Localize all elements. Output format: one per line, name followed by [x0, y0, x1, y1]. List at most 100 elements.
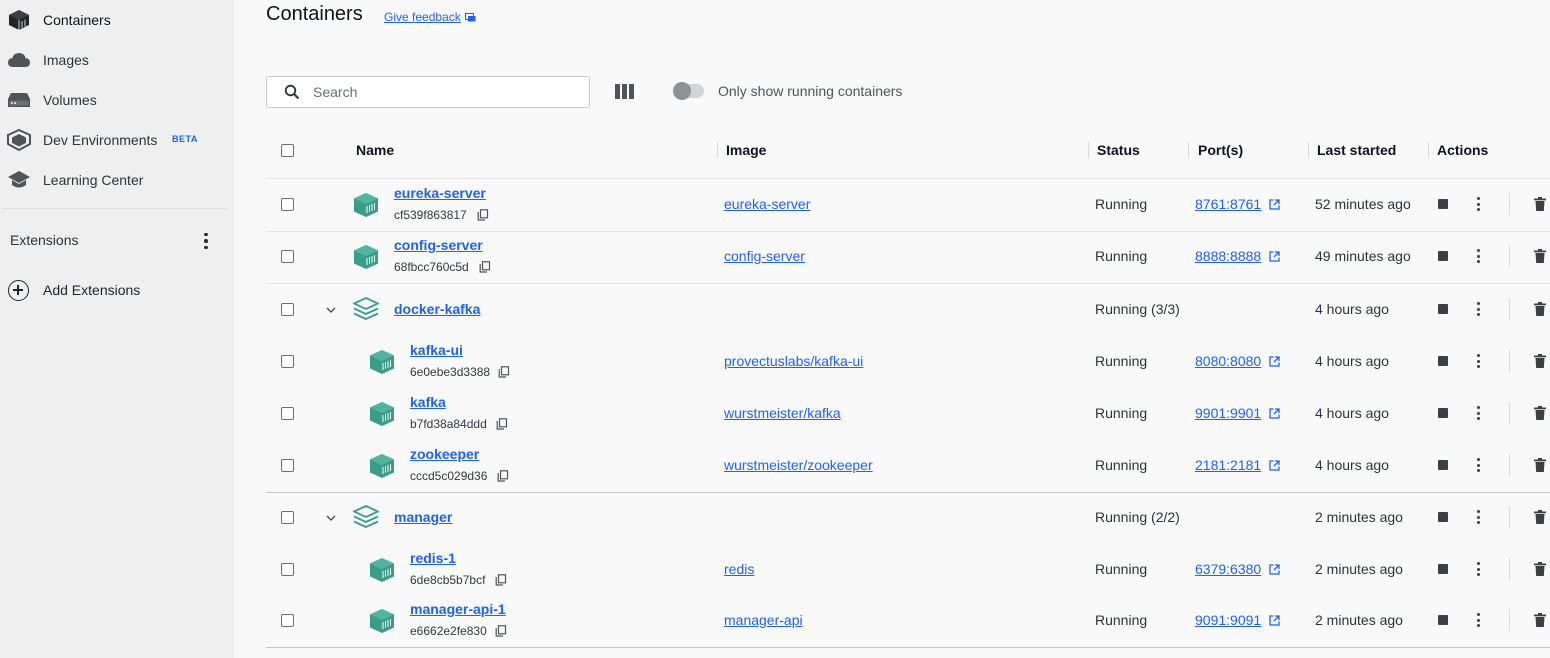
column-header-last-started[interactable]: Last started [1317, 142, 1396, 158]
sidebar-item-label: Learning Center [43, 172, 144, 188]
container-name-link[interactable]: kafka-ui [410, 342, 463, 358]
image-link[interactable]: redis [724, 561, 754, 577]
actions-divider [1509, 506, 1510, 528]
container-name-link[interactable]: kafka [410, 394, 446, 410]
copy-icon[interactable] [498, 366, 510, 378]
more-options-button[interactable] [1475, 613, 1481, 627]
delete-icon[interactable] [1534, 406, 1546, 420]
image-link[interactable]: manager-api [724, 612, 803, 628]
stop-button[interactable] [1438, 199, 1448, 209]
delete-icon[interactable] [1534, 354, 1546, 368]
sidebar-item-dev-environments[interactable]: Dev Environments BETA [0, 120, 234, 160]
more-options-button[interactable] [1475, 510, 1481, 524]
external-link-icon[interactable] [1269, 460, 1280, 471]
stop-button[interactable] [1438, 356, 1448, 366]
container-name-link[interactable]: config-server [394, 237, 483, 253]
table-header: Name Image Status Port(s) Last started A… [266, 130, 1550, 179]
row-checkbox[interactable] [281, 614, 294, 627]
row-checkbox[interactable] [281, 303, 294, 316]
column-header-status[interactable]: Status [1097, 142, 1140, 158]
delete-icon[interactable] [1534, 510, 1546, 524]
copy-icon[interactable] [496, 418, 508, 430]
container-name-link[interactable]: manager-api-1 [410, 601, 506, 617]
external-link-icon[interactable] [1269, 356, 1280, 367]
sidebar-item-containers[interactable]: Containers [0, 0, 234, 40]
container-name-link[interactable]: zookeeper [410, 446, 479, 462]
delete-icon[interactable] [1534, 613, 1546, 627]
column-separator [1428, 142, 1429, 158]
compose-name-link[interactable]: docker-kafka [394, 301, 480, 317]
port-link[interactable]: 6379:6380 [1195, 561, 1261, 577]
column-header-image[interactable]: Image [726, 142, 766, 158]
stop-button[interactable] [1438, 304, 1448, 314]
search-field[interactable] [266, 76, 590, 108]
add-extensions-button[interactable]: Add Extensions [0, 278, 234, 304]
port-link[interactable]: 8080:8080 [1195, 353, 1261, 369]
give-feedback-link[interactable]: Give feedback [384, 10, 476, 24]
sidebar-item-volumes[interactable]: Volumes [0, 80, 234, 120]
port-link[interactable]: 8888:8888 [1195, 248, 1261, 264]
column-header-ports[interactable]: Port(s) [1198, 142, 1243, 158]
external-link-icon[interactable] [1269, 408, 1280, 419]
sidebar-item-images[interactable]: Images [0, 40, 234, 80]
external-link-icon[interactable] [1269, 564, 1280, 575]
row-checkbox[interactable] [281, 250, 294, 263]
container-name-link[interactable]: redis-1 [410, 550, 456, 566]
more-options-button[interactable] [1475, 354, 1481, 368]
external-link-icon[interactable] [1269, 251, 1280, 262]
column-separator [717, 142, 718, 158]
copy-icon[interactable] [497, 470, 509, 482]
external-link-icon[interactable] [1269, 615, 1280, 626]
search-input[interactable] [313, 82, 573, 102]
image-link[interactable]: provectuslabs/kafka-ui [724, 353, 863, 369]
status-text: Running [1095, 561, 1148, 577]
stop-button[interactable] [1438, 615, 1448, 625]
more-options-button[interactable] [1475, 458, 1481, 472]
row-checkbox[interactable] [281, 355, 294, 368]
image-link[interactable]: wurstmeister/zookeeper [724, 457, 873, 473]
delete-icon[interactable] [1534, 562, 1546, 576]
more-options-button[interactable] [1475, 406, 1481, 420]
delete-icon[interactable] [1534, 458, 1546, 472]
stop-button[interactable] [1438, 564, 1448, 574]
sidebar-item-learning-center[interactable]: Learning Center [0, 160, 234, 200]
more-options-button[interactable] [1475, 562, 1481, 576]
copy-icon[interactable] [495, 625, 507, 637]
row-checkbox[interactable] [281, 459, 294, 472]
delete-icon[interactable] [1534, 197, 1546, 211]
columns-toggle-button[interactable] [615, 84, 635, 100]
chevron-down-icon[interactable] [325, 512, 337, 524]
port-link[interactable]: 9901:9901 [1195, 405, 1261, 421]
running-only-toggle[interactable] [673, 82, 704, 100]
image-link[interactable]: config-server [724, 248, 805, 264]
more-options-button[interactable] [1475, 249, 1481, 263]
feedback-icon [464, 12, 476, 21]
select-all-checkbox[interactable] [281, 144, 294, 157]
port-link[interactable]: 8761:8761 [1195, 196, 1261, 212]
delete-icon[interactable] [1534, 302, 1546, 316]
chevron-down-icon[interactable] [325, 304, 337, 316]
extensions-menu-button[interactable] [196, 230, 216, 252]
compose-name-link[interactable]: manager [394, 509, 452, 525]
more-options-button[interactable] [1475, 197, 1481, 211]
row-checkbox[interactable] [281, 511, 294, 524]
column-header-name[interactable]: Name [356, 142, 394, 158]
image-link[interactable]: wurstmeister/kafka [724, 405, 841, 421]
copy-icon[interactable] [495, 574, 507, 586]
stop-button[interactable] [1438, 408, 1448, 418]
more-options-button[interactable] [1475, 302, 1481, 316]
container-name-link[interactable]: eureka-server [394, 185, 486, 201]
stop-button[interactable] [1438, 460, 1448, 470]
stop-button[interactable] [1438, 512, 1448, 522]
row-checkbox[interactable] [281, 407, 294, 420]
port-link[interactable]: 2181:2181 [1195, 457, 1261, 473]
row-checkbox[interactable] [281, 563, 294, 576]
image-link[interactable]: eureka-server [724, 196, 810, 212]
stop-button[interactable] [1438, 251, 1448, 261]
port-link[interactable]: 9091:9091 [1195, 612, 1261, 628]
copy-icon[interactable] [479, 261, 491, 273]
row-checkbox[interactable] [281, 198, 294, 211]
copy-icon[interactable] [477, 209, 489, 221]
external-link-icon[interactable] [1269, 199, 1280, 210]
delete-icon[interactable] [1534, 249, 1546, 263]
